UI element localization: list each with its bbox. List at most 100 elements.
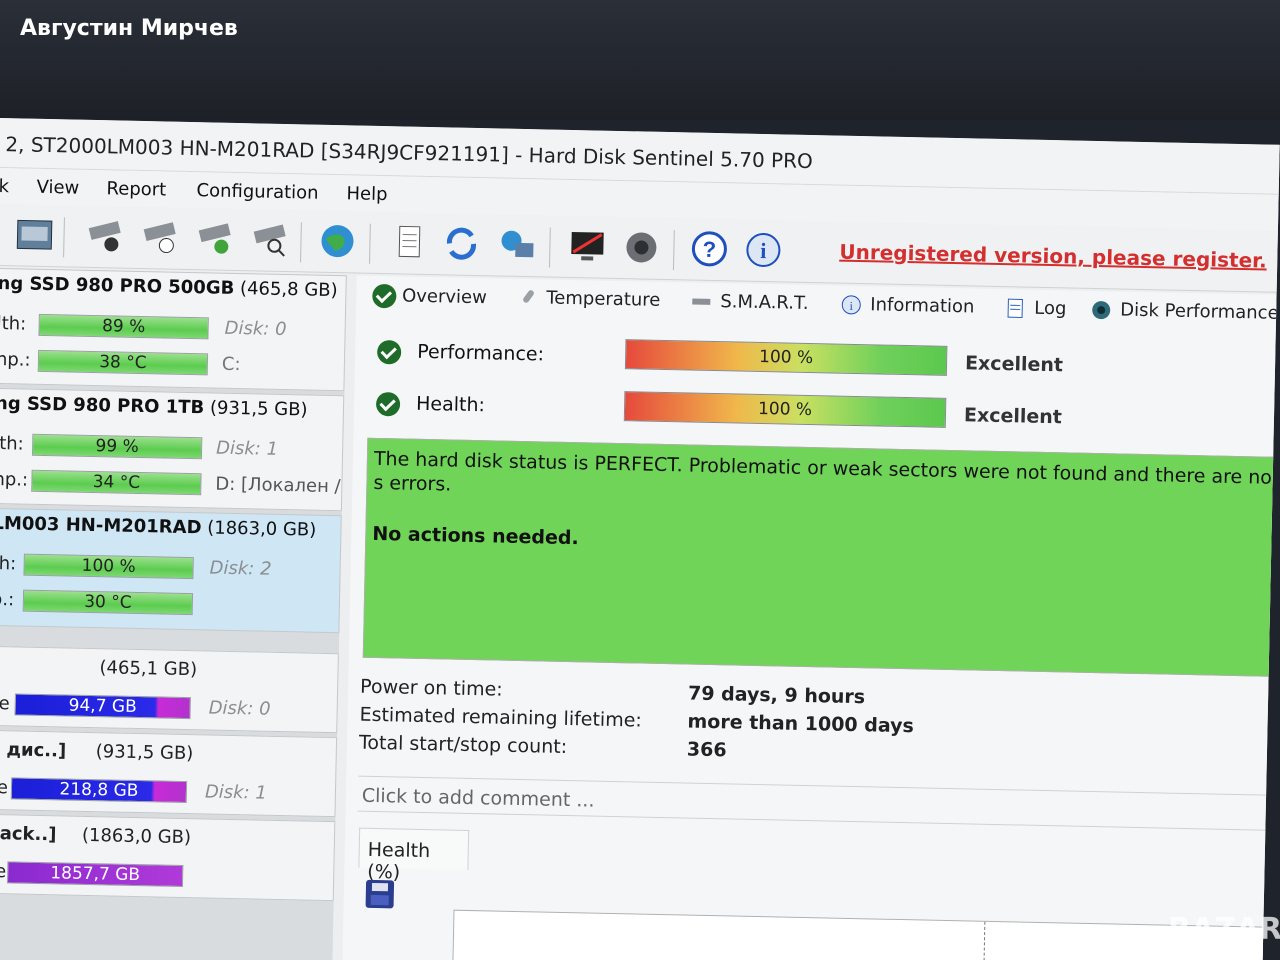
svg-text:?: ? xyxy=(702,237,716,262)
health-status: Excellent xyxy=(963,404,1063,429)
tab-label: Overview xyxy=(401,285,488,309)
save-icon[interactable] xyxy=(365,879,395,909)
status-message: The hard disk status is PERFECT. Problem… xyxy=(373,447,1273,496)
comment-field[interactable]: Click to add comment ... xyxy=(357,775,1279,831)
menu-help[interactable]: Help xyxy=(346,183,387,205)
info-icon: i xyxy=(841,295,861,315)
disk-model: ng SSD 980 PRO 1TB xyxy=(0,392,205,419)
poster-name: Августин Мирчев xyxy=(20,16,238,41)
volume-card-backup[interactable]: Back..] (1863,0 GB) ce 1857,7 GB xyxy=(0,813,336,902)
volume-size: (465,1 GB) xyxy=(99,657,198,681)
disk-clock-icon[interactable] xyxy=(140,217,181,258)
disk-model: LM003 HN-M201RAD xyxy=(0,512,202,539)
health-check-icon xyxy=(375,391,401,417)
tab-log[interactable]: Log xyxy=(1004,297,1067,320)
disk-search-icon[interactable] xyxy=(250,219,291,260)
disk-detail-panel: Overview Temperature S.M.A.R.T. i Informa… xyxy=(342,275,1280,960)
tab-smart[interactable]: S.M.A.R.T. xyxy=(690,290,809,314)
disk-size: (931,5 GB) xyxy=(209,397,308,421)
volume-card-c[interactable]: (465,1 GB) ce 94,7 GB Disk: 0 xyxy=(0,645,339,734)
health-label: Health: xyxy=(415,392,486,417)
tab-label: Temperature xyxy=(546,287,661,311)
power-on-time-value: 79 days, 9 hours xyxy=(687,682,866,709)
health-bar: 89 % xyxy=(38,313,209,340)
tab-health-percent[interactable]: Health (%) xyxy=(358,827,470,884)
report-icon[interactable] xyxy=(389,222,430,263)
toolbar-separator xyxy=(63,217,65,258)
graph-marker-line xyxy=(982,921,986,960)
health-bar: 100 % xyxy=(23,553,194,580)
network-icon[interactable] xyxy=(497,224,538,265)
volume-disk-number: Disk: 1 xyxy=(204,781,268,804)
disk-card-hdd-2tb[interactable]: LM003 HN-M201RAD (1863,0 GB) th: 100 % D… xyxy=(0,507,342,634)
disk-title: LM003 HN-M201RAD (1863,0 GB) xyxy=(0,513,316,541)
tab-label: Log xyxy=(1034,297,1067,320)
performance-label: Performance: xyxy=(416,340,545,366)
speaker-icon[interactable] xyxy=(621,227,662,268)
temperature-label: p.: xyxy=(0,588,15,611)
toolbar-separator xyxy=(548,227,551,268)
volume-size: (1863,0 GB) xyxy=(81,824,192,849)
tab-information[interactable]: i Information xyxy=(840,294,975,319)
menu-disk[interactable]: k xyxy=(0,176,9,197)
disk-number: Disk: 1 xyxy=(215,437,279,460)
free-space-label: ce xyxy=(0,692,10,715)
performance-check-icon xyxy=(376,339,402,365)
tab-temperature[interactable]: Temperature xyxy=(516,287,661,312)
drive-letter: D: [Локален / xyxy=(215,473,341,498)
drive-icon xyxy=(692,298,711,305)
toolbar-separator xyxy=(369,223,371,264)
thermometer-icon xyxy=(523,290,534,303)
monitor-icon[interactable] xyxy=(567,226,608,267)
disk-size: (465,8 GB) xyxy=(239,278,338,302)
start-stop-count-value: 366 xyxy=(686,738,727,762)
temperature-bar: 30 °C xyxy=(22,589,194,616)
menu-report[interactable]: Report xyxy=(106,178,166,200)
volume-size: (931,5 GB) xyxy=(95,741,194,765)
performance-status: Excellent xyxy=(964,352,1064,377)
health-graph-area xyxy=(451,909,1274,960)
disk-title: ng SSD 980 PRO 1TB (931,5 GB) xyxy=(0,393,308,421)
help-icon[interactable]: ? xyxy=(689,228,730,269)
disk-test-icon[interactable] xyxy=(85,216,126,257)
temperature-bar: 34 °C xyxy=(31,469,202,496)
free-space-label: ce xyxy=(0,776,9,799)
menu-configuration[interactable]: Configuration xyxy=(196,180,318,204)
volume-card-d[interactable]: н дис..] (931,5 GB) ce 218,8 GB Disk: 1 xyxy=(0,729,338,818)
tab-label: Information xyxy=(870,294,975,318)
health-bar: 99 % xyxy=(31,433,203,460)
disk-card-ssd-1tb[interactable]: ng SSD 980 PRO 1TB (931,5 GB) lth: 99 % … xyxy=(0,387,345,512)
disk-model: ng SSD 980 PRO 500GB xyxy=(0,272,235,299)
free-space-label: ce xyxy=(0,860,7,883)
toolbar-separator xyxy=(672,230,675,271)
tab-overview[interactable]: Overview xyxy=(372,283,488,310)
watermark-logo: BAZAR xyxy=(1168,912,1280,947)
info-icon[interactable]: i xyxy=(743,230,784,271)
drive-letter: C: xyxy=(221,353,241,376)
disk-check-icon[interactable] xyxy=(195,218,236,259)
toolbar-separator xyxy=(300,222,302,263)
free-space-bar: 94,7 GB xyxy=(14,693,191,720)
hard-disk-sentinel-window: 2, ST2000LM003 HN-M201RAD [S34RJ9CF92119… xyxy=(0,118,1280,960)
health-label: lth: xyxy=(0,432,24,455)
disk-number: Disk: 2 xyxy=(209,557,272,580)
free-space-bar: 1857,7 GB xyxy=(6,861,184,887)
tab-disk-performance[interactable]: Disk Performance xyxy=(1090,299,1279,325)
health-label: lth: xyxy=(0,312,27,335)
menu-view[interactable]: View xyxy=(36,177,79,199)
disk-icon[interactable] xyxy=(15,214,56,255)
disk-list-panel: ng SSD 980 PRO 500GB (465,8 GB) lth: 89 … xyxy=(0,267,347,960)
remaining-lifetime-label: Estimated remaining lifetime: xyxy=(359,703,643,732)
tab-label: Disk Performance xyxy=(1120,299,1279,324)
performance-gauge-icon xyxy=(1092,301,1111,320)
globe-icon[interactable] xyxy=(317,221,358,262)
disk-card-ssd-500gb[interactable]: ng SSD 980 PRO 500GB (465,8 GB) lth: 89 … xyxy=(0,267,347,392)
disk-size: (1863,0 GB) xyxy=(207,517,317,541)
svg-text:i: i xyxy=(760,238,767,263)
health-label: th: xyxy=(0,552,17,575)
temperature-label: np.: xyxy=(0,468,29,491)
refresh-icon[interactable] xyxy=(441,223,482,264)
temperature-label: np.: xyxy=(0,348,31,371)
register-link[interactable]: Unregistered version, please register. xyxy=(839,240,1267,273)
status-message-box: The hard disk status is PERFECT. Problem… xyxy=(362,437,1280,677)
